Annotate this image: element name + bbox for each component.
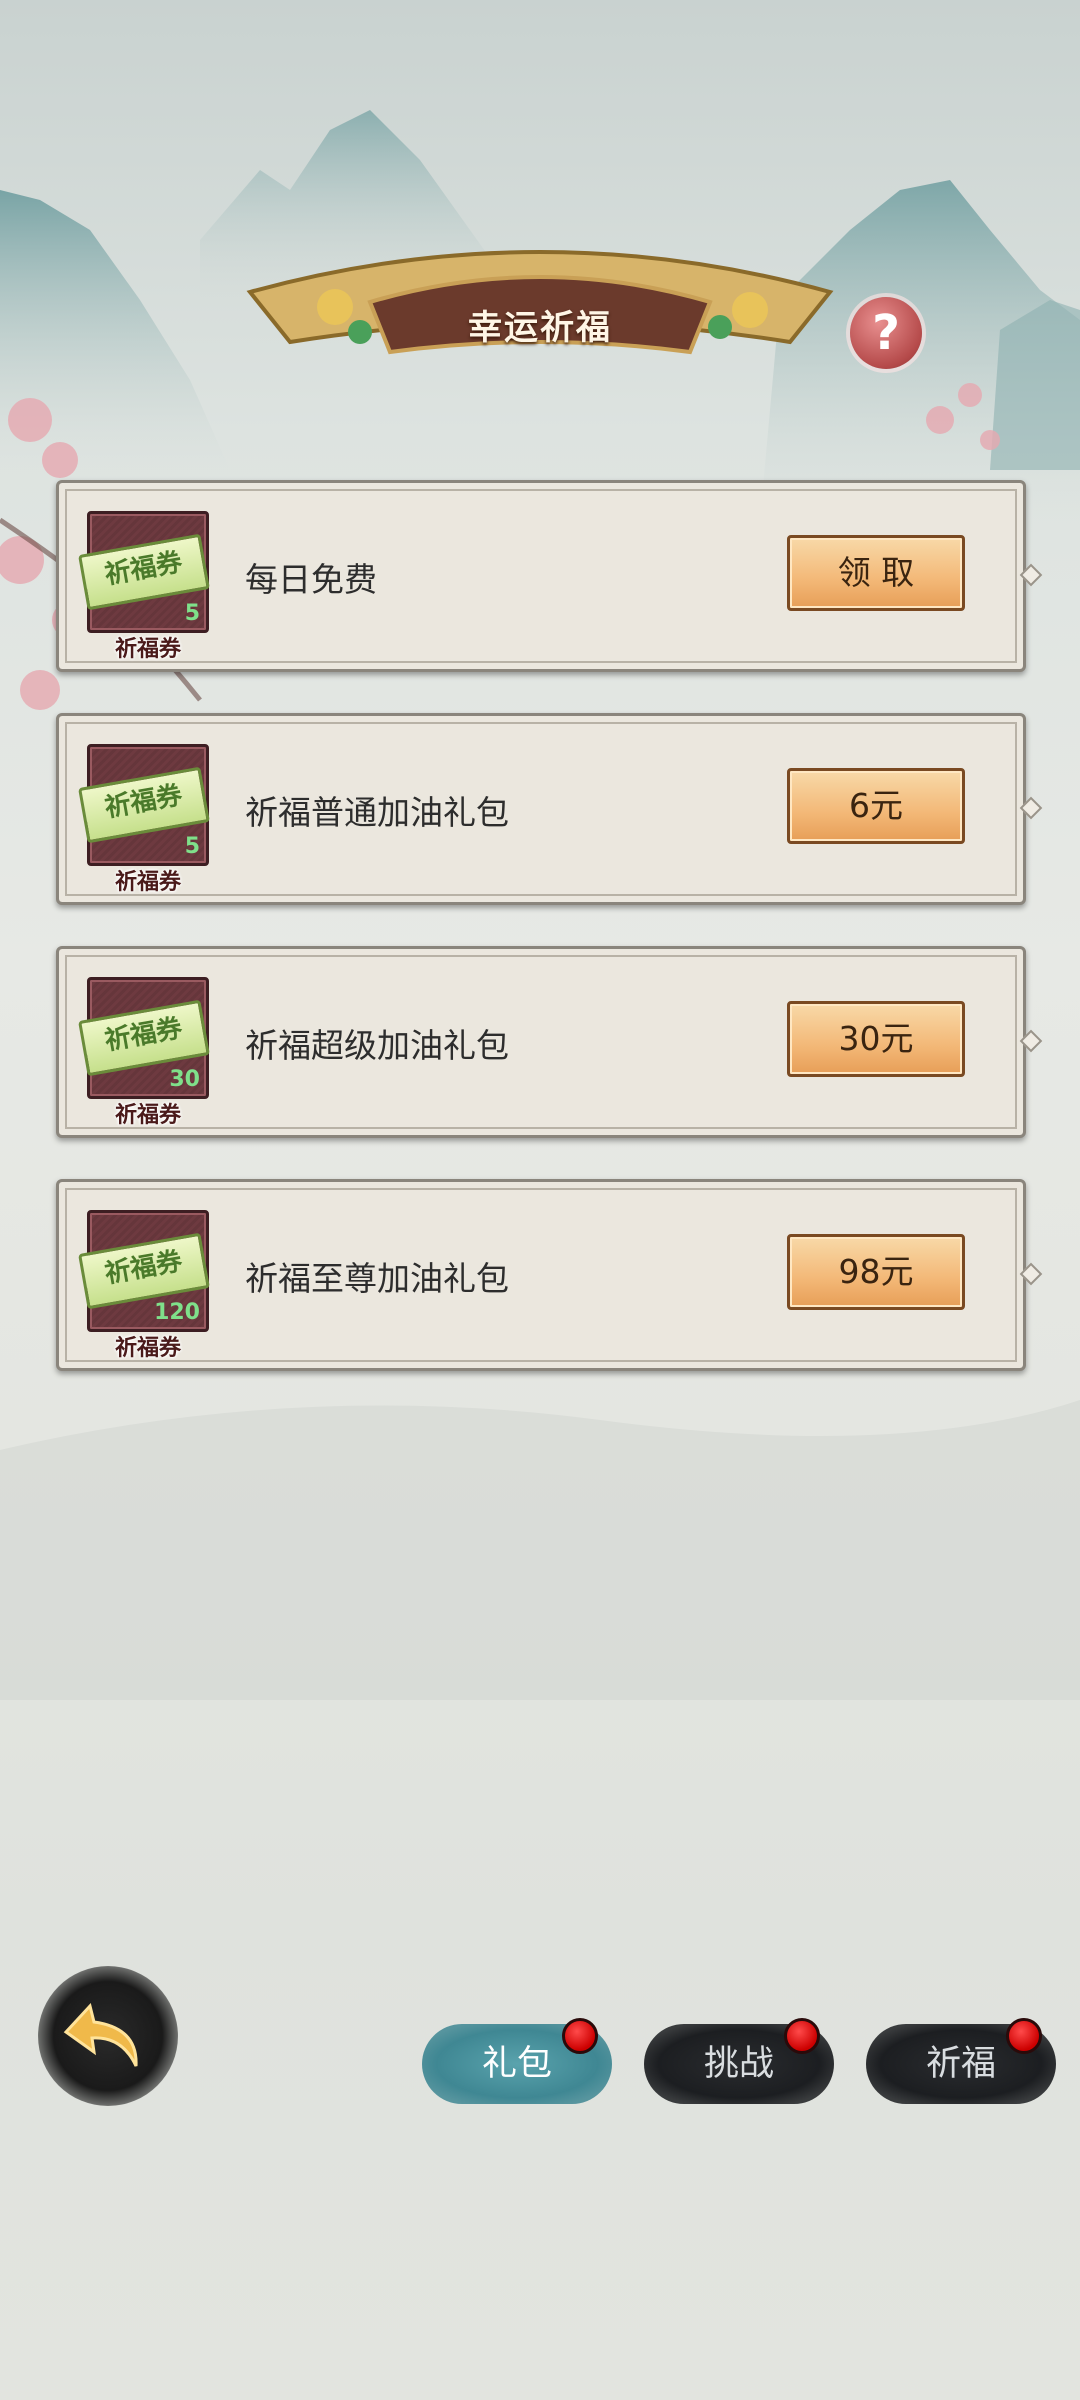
claim-button[interactable]: 领 取 xyxy=(787,535,965,611)
tab-blessing[interactable]: 祈福 xyxy=(866,2018,1056,2104)
buy-button[interactable]: 98元 xyxy=(787,1234,965,1310)
ticket-label: 祈福券 xyxy=(78,766,210,844)
buy-button[interactable]: 6元 xyxy=(787,768,965,844)
reward-row-super-pack: 祈福券 30 祈福券 祈福超级加油礼包 30元 xyxy=(56,946,1026,1138)
tab-challenge[interactable]: 挑战 xyxy=(644,2018,834,2104)
tab-gift-pack[interactable]: 礼包 xyxy=(422,2018,612,2104)
ticket-item-icon[interactable]: 祈福券 120 xyxy=(78,1210,210,1332)
tab-label: 祈福 xyxy=(925,2044,996,2084)
tab-label: 礼包 xyxy=(481,2044,552,2084)
ticket-label: 祈福券 xyxy=(78,1232,210,1310)
item-name: 祈福券 xyxy=(114,870,181,895)
item-count: 120 xyxy=(154,1300,200,1325)
item-name: 祈福券 xyxy=(114,1336,181,1361)
reward-title: 祈福至尊加油礼包 xyxy=(245,1259,509,1298)
ticket-item-icon[interactable]: 祈福券 30 xyxy=(78,977,210,1099)
reward-row-normal-pack: 祈福券 5 祈福券 祈福普通加油礼包 6元 xyxy=(56,713,1026,905)
item-count: 5 xyxy=(184,834,200,859)
item-name: 祈福券 xyxy=(114,1103,181,1128)
reward-title: 祈福普通加油礼包 xyxy=(245,793,509,832)
reward-row-daily-free: 祈福券 5 祈福券 每日免费 领 取 xyxy=(56,480,1026,672)
item-count: 30 xyxy=(169,1067,200,1092)
ticket-label: 祈福券 xyxy=(78,999,210,1077)
reward-title: 祈福超级加油礼包 xyxy=(245,1026,509,1065)
notification-dot-icon xyxy=(1006,2018,1042,2054)
notification-dot-icon xyxy=(562,2018,598,2054)
ticket-item-icon[interactable]: 祈福券 5 xyxy=(78,511,210,633)
item-name: 祈福券 xyxy=(114,637,181,662)
tab-label: 挑战 xyxy=(703,2044,774,2084)
ticket-item-icon[interactable]: 祈福券 5 xyxy=(78,744,210,866)
ticket-label: 祈福券 xyxy=(78,533,210,611)
buy-button[interactable]: 30元 xyxy=(787,1001,965,1077)
item-count: 5 xyxy=(184,601,200,626)
back-button[interactable] xyxy=(38,1966,178,2106)
reward-title: 每日免费 xyxy=(245,560,377,599)
question-icon: ? xyxy=(872,305,900,361)
reward-row-supreme-pack: 祈福券 120 祈福券 祈福至尊加油礼包 98元 xyxy=(56,1179,1026,1371)
notification-dot-icon xyxy=(784,2018,820,2054)
back-arrow-icon xyxy=(63,2002,138,2067)
help-button[interactable]: ? xyxy=(850,297,922,369)
